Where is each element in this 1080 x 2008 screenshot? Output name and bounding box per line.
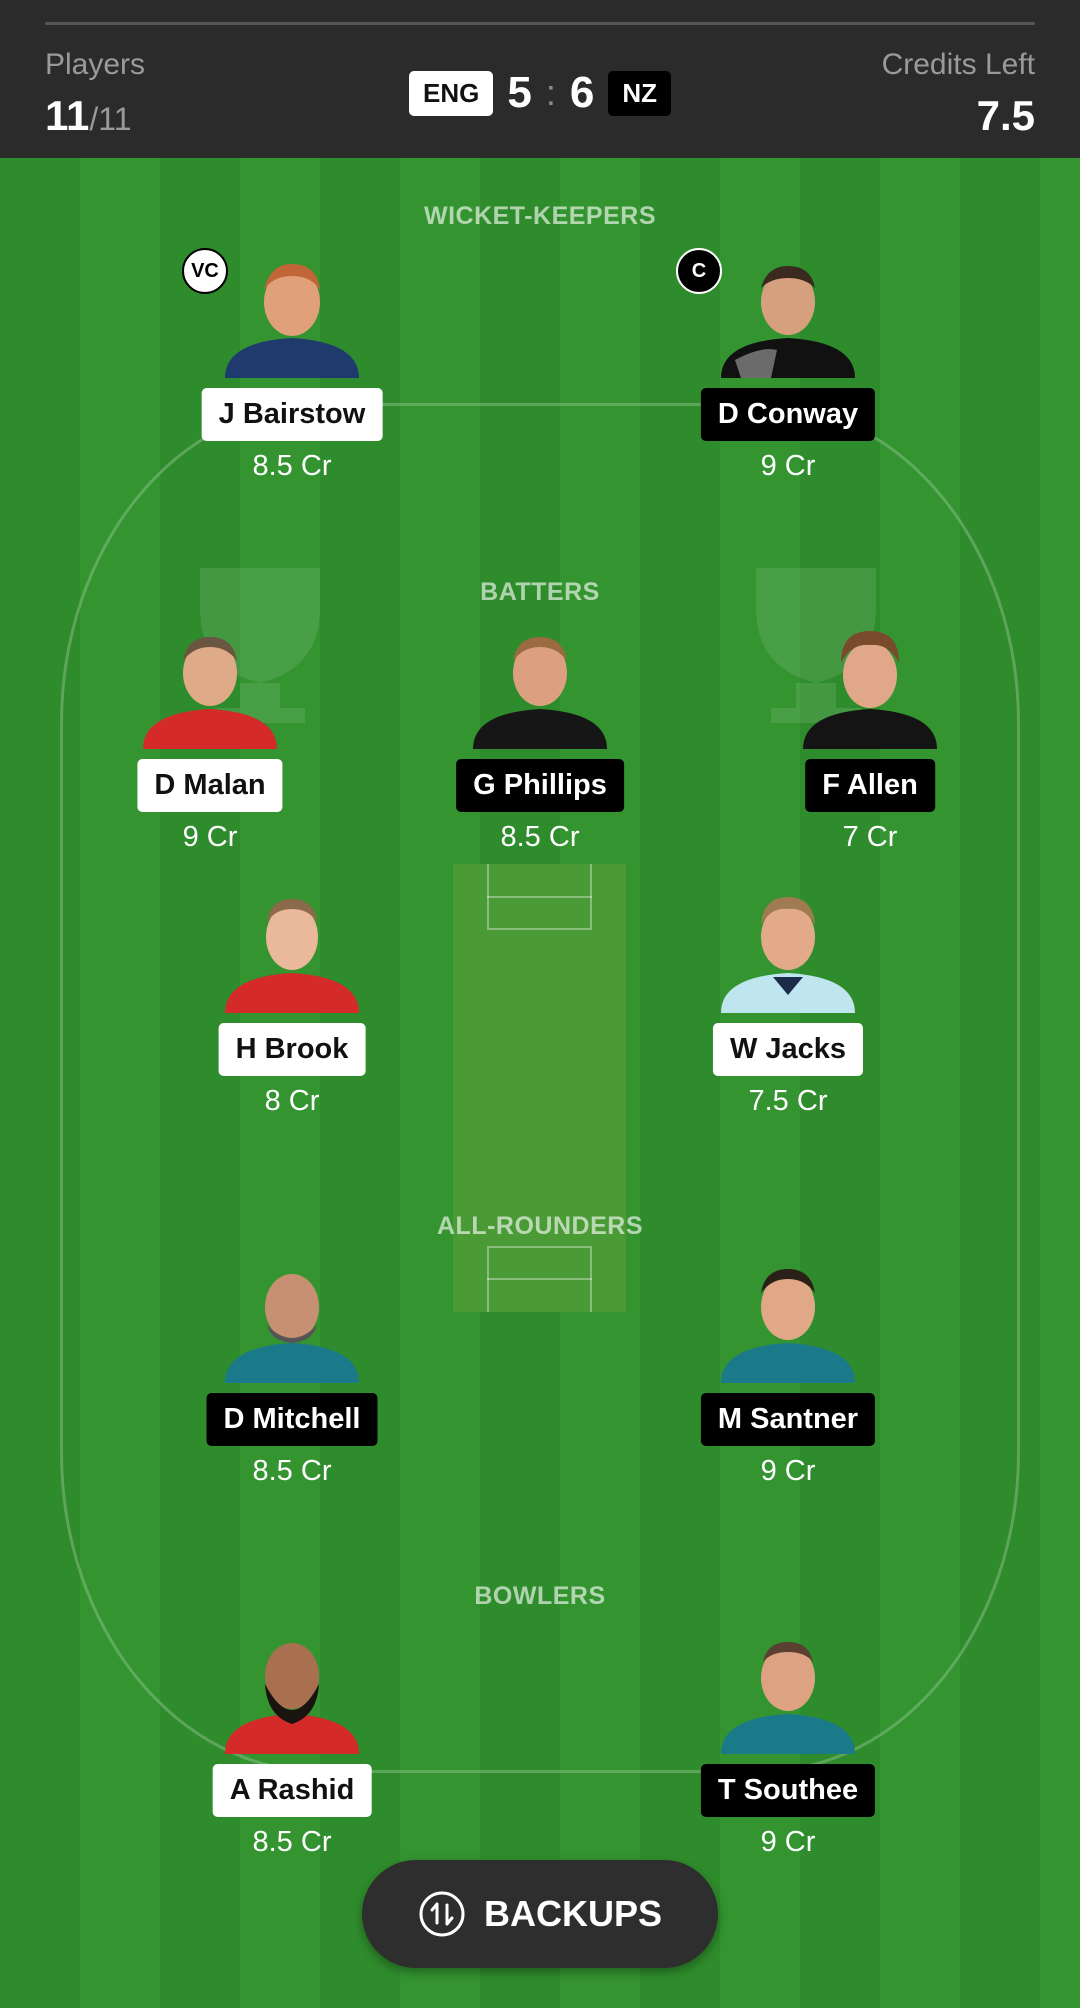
player-avatar <box>721 266 855 378</box>
player-avatar <box>143 637 277 749</box>
crease-line <box>487 1248 489 1312</box>
player-avatar <box>803 631 937 749</box>
player-card-m-santner[interactable]: M Santner 9 Cr <box>668 1255 908 1505</box>
player-name: A Rashid <box>212 1764 372 1817</box>
player-credit: 9 Cr <box>760 1826 816 1858</box>
credits-value: 7.5 <box>976 92 1035 139</box>
player-credit: 9 Cr <box>182 821 238 853</box>
player-name: W Jacks <box>712 1023 864 1076</box>
player-card-a-rashid[interactable]: A Rashid 8.5 Cr <box>172 1626 412 1876</box>
player-card-d-conway[interactable]: C D Conway 9 Cr <box>668 248 908 500</box>
player-avatar <box>225 1274 359 1383</box>
crease-line <box>487 1246 592 1248</box>
crease-line <box>590 1248 592 1312</box>
player-card-g-phillips[interactable]: G Phillips 8.5 Cr <box>420 621 660 871</box>
player-name: T Southee <box>700 1764 876 1817</box>
section-label-bowlers: BOWLERS <box>474 1582 606 1610</box>
captain-badge: C <box>676 248 722 294</box>
player-credit: 9 Cr <box>760 450 816 482</box>
player-card-t-southee[interactable]: T Southee 9 Cr <box>668 1626 908 1876</box>
player-card-h-brook[interactable]: H Brook 8 Cr <box>172 885 412 1135</box>
credits-label: Credits Left <box>881 48 1035 81</box>
header-divider <box>45 22 1035 25</box>
pitch <box>453 864 626 1312</box>
section-label-batters: BATTERS <box>480 578 600 606</box>
player-credit: 7 Cr <box>842 821 898 853</box>
crease-line <box>487 896 592 898</box>
player-credit: 8 Cr <box>264 1085 320 1117</box>
team-header: Players 11/11 ENG 5 : 6 NZ Credits Left … <box>0 0 1080 158</box>
vice-captain-badge: VC <box>182 248 228 294</box>
player-card-w-jacks[interactable]: W Jacks 7.5 Cr <box>668 885 908 1135</box>
player-avatar <box>473 637 607 749</box>
crease-line <box>487 1278 592 1280</box>
player-credit: 8.5 Cr <box>252 1455 332 1487</box>
player-name: F Allen <box>805 759 935 812</box>
cricket-field: WICKET-KEEPERS BATTERS ALL-ROUNDERS BOWL… <box>0 158 1080 2008</box>
crease-line <box>487 864 489 928</box>
player-card-d-mitchell[interactable]: D Mitchell 8.5 Cr <box>172 1255 412 1505</box>
score-right: 6 <box>569 68 595 117</box>
score-left: 5 <box>507 68 532 117</box>
player-card-f-allen[interactable]: F Allen 7 Cr <box>750 621 990 871</box>
player-name: H Brook <box>218 1023 366 1076</box>
player-credit: 7.5 Cr <box>748 1085 828 1117</box>
crease-line <box>590 864 592 928</box>
swap-icon <box>419 1891 465 1937</box>
backups-button[interactable]: BACKUPS <box>362 1860 718 1968</box>
player-name: D Malan <box>137 759 283 812</box>
player-card-d-malan[interactable]: D Malan 9 Cr <box>90 621 330 871</box>
player-credit: 8.5 Cr <box>252 1826 332 1858</box>
player-name: D Conway <box>700 388 876 441</box>
score-separator: : <box>545 72 556 113</box>
section-label-all-rounders: ALL-ROUNDERS <box>437 1212 643 1240</box>
player-name: G Phillips <box>456 759 624 812</box>
player-avatar <box>225 1643 359 1754</box>
player-credit: 8.5 Cr <box>500 821 580 853</box>
player-avatar <box>721 897 855 1013</box>
player-avatar <box>721 1269 855 1383</box>
backups-label: BACKUPS <box>483 1893 662 1934</box>
team-badge-eng: ENG <box>409 70 494 116</box>
section-label-wicket-keepers: WICKET-KEEPERS <box>423 202 657 230</box>
player-avatar <box>225 264 359 378</box>
player-card-j-bairstow[interactable]: VC J Bairstow 8.5 Cr <box>172 248 412 500</box>
player-credit: 8.5 Cr <box>252 450 332 482</box>
crease-line <box>487 928 592 930</box>
player-name: M Santner <box>700 1393 876 1446</box>
player-credit: 9 Cr <box>760 1455 816 1487</box>
team-badge-nz: NZ <box>608 70 671 116</box>
player-name: D Mitchell <box>206 1393 378 1446</box>
player-avatar <box>721 1642 855 1754</box>
player-avatar <box>225 899 359 1013</box>
player-name: J Bairstow <box>201 388 383 441</box>
